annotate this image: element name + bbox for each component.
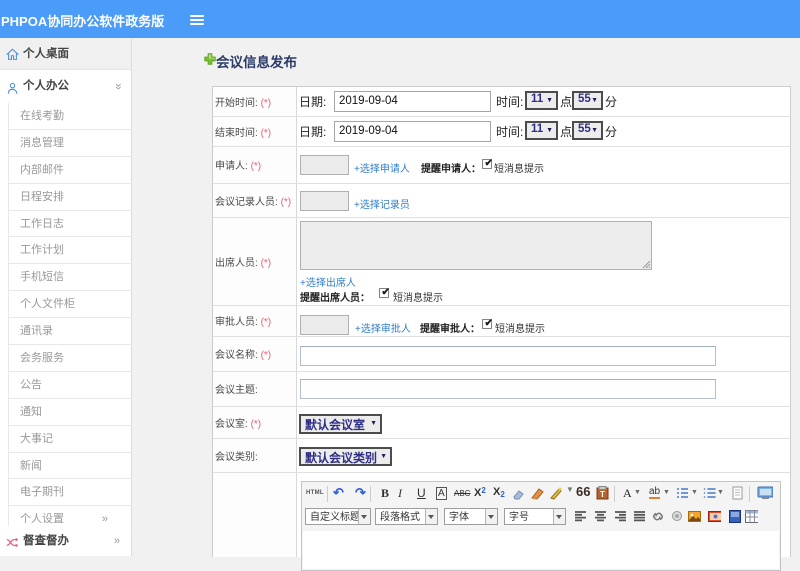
svg-text:T: T [600,490,605,499]
